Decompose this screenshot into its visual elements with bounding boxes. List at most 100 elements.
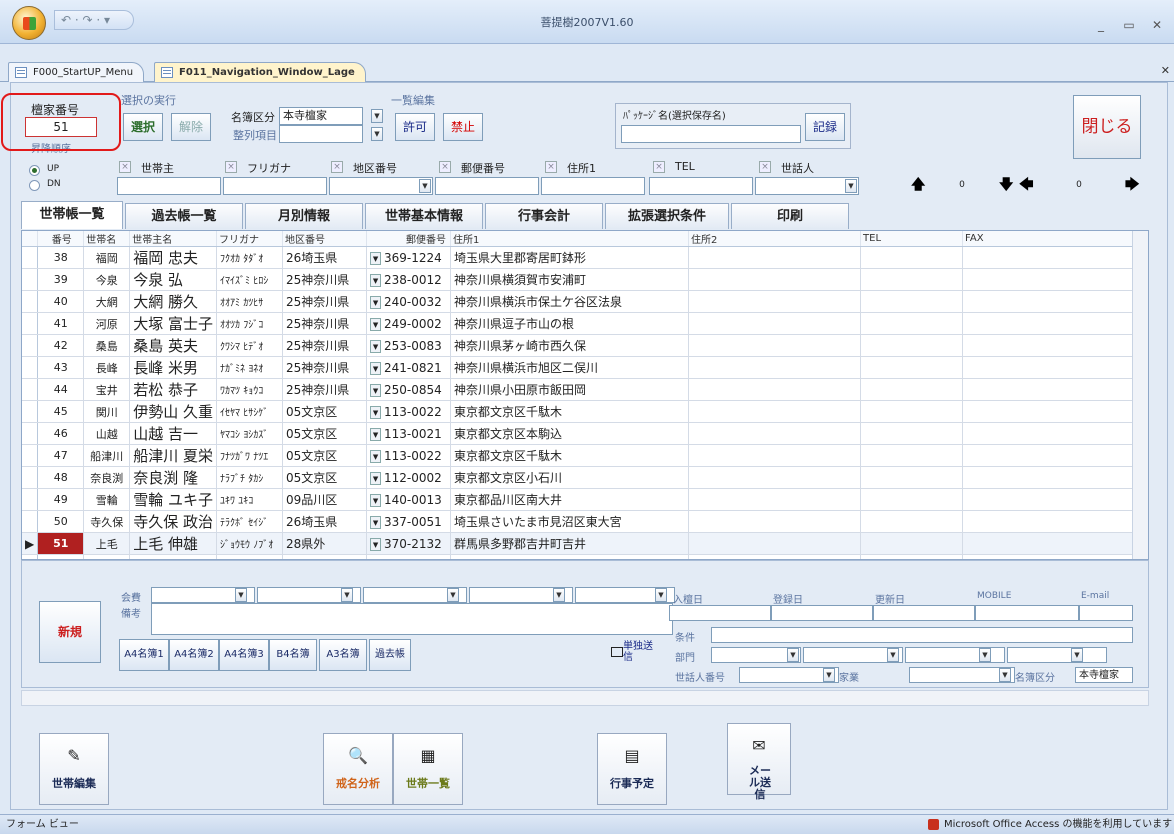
cell-furigana[interactable]: ﾅｶﾞﾐﾈ ﾖﾈｵ [216, 356, 284, 379]
cell-household-name[interactable]: 山越 [83, 422, 131, 445]
cell-furigana[interactable]: ﾌﾅﾂｶﾞﾜ ﾅﾂｴ [216, 444, 284, 467]
cell-tel[interactable] [860, 312, 964, 335]
cell-household-name[interactable]: 今泉 [83, 268, 131, 291]
cell-head-name[interactable]: 寺久保 政治 [129, 510, 218, 533]
column-header[interactable]: 世帯主名 [129, 231, 218, 247]
chevron-down-icon[interactable]: ▼ [370, 493, 382, 507]
table-row[interactable]: 40 大網 大網 勝久 ｵｵｱﾐ ｶﾂﾋｻ 25神奈川県 ▼ 240-0032 神奈川県横浜市… [22, 290, 1138, 313]
update-date-field[interactable] [873, 605, 975, 621]
close-document-icon[interactable]: ✕ [1161, 64, 1170, 77]
cell-postal[interactable]: ▼ 113-0021 [366, 422, 452, 445]
cell-postal[interactable]: ▼ 113-0022 [366, 400, 452, 423]
cell-tel[interactable] [860, 510, 964, 533]
cell-address2[interactable] [688, 466, 862, 489]
chevron-down-icon[interactable]: ▼ [370, 405, 382, 419]
table-row[interactable]: 45 関川 伊勢山 久重 ｲｾﾔﾏ ﾋｻｼｹﾞ 05文京区 ▼ 113-0022 東京都文京区… [22, 400, 1138, 423]
row-selector[interactable] [22, 334, 39, 357]
mobile-field[interactable] [975, 605, 1079, 621]
filter-checkbox-furigana[interactable]: × [225, 161, 237, 173]
row-selector[interactable] [22, 246, 39, 269]
cell-number[interactable]: 39 [37, 268, 85, 291]
condition-field[interactable] [711, 627, 1133, 643]
send-mail-button[interactable]: ✉ メール送信 [727, 723, 791, 801]
cell-furigana[interactable]: ﾃﾗｸﾎﾞ ｾｲｼﾞ [216, 510, 284, 533]
radio-dn[interactable] [29, 180, 40, 191]
cell-postal[interactable]: ▼ 113-0022 [366, 444, 452, 467]
cell-furigana[interactable]: ｲｾﾔﾏ ﾋｻｼｹﾞ [216, 400, 284, 423]
cell-household-name[interactable]: 河原 [83, 312, 131, 335]
filter-input-address1[interactable] [541, 177, 645, 195]
cell-district[interactable]: 25神奈川県 [282, 268, 368, 291]
chevron-down-icon[interactable]: ▼ [370, 383, 382, 397]
tab-event-accounting[interactable]: 行事会計 [485, 203, 603, 229]
cell-number[interactable]: 41 [37, 312, 85, 335]
deny-button[interactable]: 禁止 [443, 113, 483, 141]
cell-address2[interactable] [688, 488, 862, 511]
cell-district[interactable]: 25神奈川県 [282, 334, 368, 357]
cell-district[interactable]: 05文京区 [282, 400, 368, 423]
cell-address2[interactable] [688, 356, 862, 379]
cell-address1[interactable]: 東京都文京区本駒込 [450, 422, 690, 445]
cell-fax[interactable] [962, 422, 1138, 445]
join-date-field[interactable] [669, 605, 771, 621]
filter-checkbox-district[interactable]: × [331, 161, 343, 173]
cell-household-name[interactable]: 上毛 [83, 532, 131, 555]
radio-up[interactable] [29, 165, 40, 176]
chevron-down-icon[interactable]: ▼ [419, 179, 431, 193]
sort-item-select[interactable] [279, 125, 363, 143]
cell-number[interactable]: 46 [37, 422, 85, 445]
cell-address2[interactable] [688, 268, 862, 291]
column-header[interactable]: フリガナ [216, 231, 284, 247]
close-form-button[interactable]: 閉じる [1073, 95, 1141, 159]
cell-postal[interactable]: ▼ 241-0821 [366, 356, 452, 379]
cell-district[interactable]: 09品川区 [282, 488, 368, 511]
cell-household-name[interactable]: 雪輪 [83, 488, 131, 511]
chevron-down-icon[interactable]: ▼ [999, 668, 1011, 682]
cell-address2[interactable] [688, 378, 862, 401]
cell-head-name[interactable]: 今泉 弘 [129, 268, 218, 291]
cell-address2[interactable] [688, 510, 862, 533]
single-send-button[interactable]: 単独送信 [623, 641, 661, 663]
household-edit-button[interactable]: ✎ 世帯編集 [39, 733, 109, 805]
cell-fax[interactable] [962, 356, 1138, 379]
column-header[interactable]: 郵便番号 [366, 231, 452, 247]
select-button[interactable]: 選択 [123, 113, 163, 141]
cell-address1[interactable]: 神奈川県横浜市保土ケ谷区法泉 [450, 290, 690, 313]
row-selector[interactable] [22, 466, 39, 489]
table-row[interactable]: 46 山越 山越 吉一 ﾔﾏｺｼ ﾖｼｶｽﾞ 05文京区 ▼ 113-0021 東京都文京区本… [22, 422, 1138, 445]
table-row[interactable]: 48 奈良渕 奈良渕 隆ﾅﾗﾌﾞﾁ ﾀｶｼ 05文京区 ▼ 112-0002 東京都文京区小… [22, 466, 1138, 489]
cell-district[interactable]: 25神奈川県 [282, 378, 368, 401]
column-header[interactable]: 住所2 [688, 231, 862, 247]
cell-head-name[interactable]: 若松 恭子 [129, 378, 218, 401]
cell-district[interactable]: 25神奈川県 [282, 290, 368, 313]
event-schedule-button[interactable]: ▤ 行事予定 [597, 733, 667, 805]
filter-checkbox-household-head[interactable]: × [119, 161, 131, 173]
cell-fax[interactable] [962, 400, 1138, 423]
cell-tel[interactable] [860, 290, 964, 313]
filter-input-postal[interactable] [435, 177, 539, 195]
close-icon[interactable]: ✕ [1148, 18, 1166, 32]
arrow-left-icon[interactable]: 🡄 [1019, 178, 1033, 192]
cell-furigana[interactable]: ﾌｸｵｶ ﾀﾀﾞｵ [216, 246, 284, 269]
cell-address2[interactable] [688, 246, 862, 269]
cell-fax[interactable] [962, 268, 1138, 291]
filter-input-furigana[interactable] [223, 177, 327, 195]
minimize-icon[interactable]: _ [1092, 18, 1110, 32]
cell-number[interactable]: 38 [37, 246, 85, 269]
chevron-down-icon[interactable]: ▼ [371, 109, 383, 123]
chevron-down-icon[interactable]: ▼ [370, 515, 382, 529]
grid-vertical-scrollbar[interactable] [1132, 231, 1148, 559]
cell-district[interactable]: 25神奈川県 [282, 356, 368, 379]
cell-head-name[interactable]: 伊勢山 久重 [129, 400, 218, 423]
cell-address1[interactable]: 神奈川県横浜市旭区二俣川 [450, 356, 690, 379]
cell-head-name[interactable]: 長峰 米男 [129, 356, 218, 379]
cell-tel[interactable] [860, 532, 964, 555]
cell-tel[interactable] [860, 466, 964, 489]
cell-address1[interactable]: 東京都品川区南大井 [450, 488, 690, 511]
cell-district[interactable]: 25神奈川県 [282, 312, 368, 335]
cell-head-name[interactable]: 桑島 英夫 [129, 334, 218, 357]
chevron-down-icon[interactable]: ▼ [370, 427, 382, 441]
table-row[interactable]: 49 雪輪 雪輪 ユキ子 ﾕｷﾜ ﾕｷｺ 09品川区 ▼ 140-0013 東京都品川区南大井 [22, 488, 1138, 511]
chevron-down-icon[interactable]: ▼ [370, 251, 382, 265]
doc-tab-navigation-window[interactable]: F011_Navigation_Window_Lage [154, 62, 366, 82]
